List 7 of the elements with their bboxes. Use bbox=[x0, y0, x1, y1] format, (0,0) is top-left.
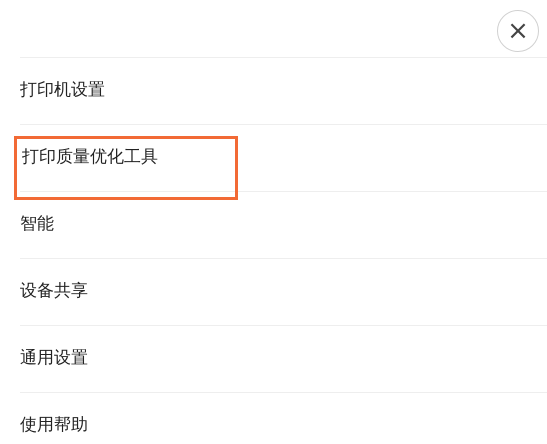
menu-item[interactable]: 通用设置 bbox=[20, 346, 88, 372]
menu-item[interactable]: 打印质量优化工具 bbox=[20, 145, 158, 171]
menu-item[interactable]: 智能 bbox=[20, 212, 54, 238]
menu-item[interactable]: 使用帮助 bbox=[20, 413, 88, 439]
menu-item[interactable]: 打印机设置 bbox=[20, 78, 105, 104]
menu-item[interactable]: 设备共享 bbox=[20, 279, 88, 305]
close-button[interactable]: × bbox=[497, 10, 539, 52]
